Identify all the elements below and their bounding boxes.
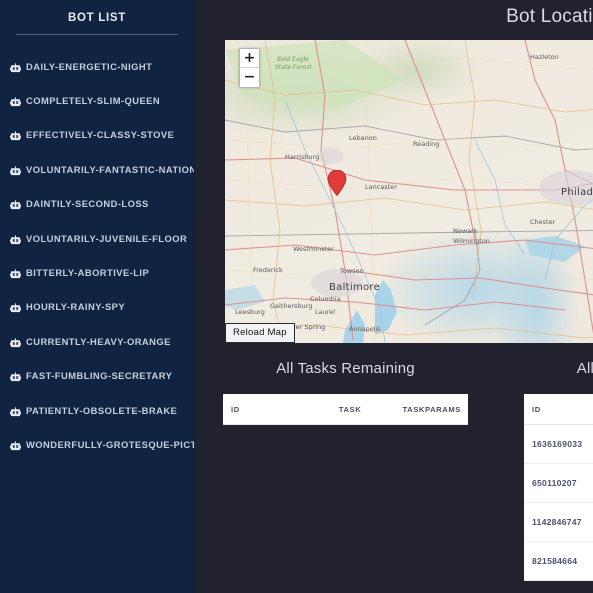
robot-icon <box>10 405 21 416</box>
table-block: All Tasks Completed IDTASKTASKPARAMS16361… <box>524 360 593 581</box>
zoom-out-button[interactable]: − <box>240 68 259 87</box>
robot-icon <box>10 95 21 107</box>
bot-list-item-label: HOURLY-RAINY-SPY <box>26 301 126 313</box>
map-zoom-controls[interactable]: + − <box>239 48 260 88</box>
bot-list-item[interactable]: FAST-FUMBLING-SECRETARY <box>0 359 194 393</box>
bot-list-item[interactable]: DAINTILY-SECOND-LOSS <box>0 187 194 221</box>
bot-list-item-label: PATIENTLY-OBSOLETE-BRAKE <box>26 404 178 416</box>
table-column-header[interactable]: TASKPARAMS <box>394 394 468 425</box>
table-header-row: IDTASKTASKPARAMS <box>524 394 593 425</box>
tables-row: All Tasks RemainingIDTASKTASKPARAMSAll T… <box>195 360 593 581</box>
zoom-in-button[interactable]: + <box>240 49 259 68</box>
map-road-network <box>225 40 593 343</box>
bot-list-item-label: DAINTILY-SECOND-LOSS <box>26 198 149 210</box>
map-marker-icon[interactable] <box>327 169 347 197</box>
tasks-table: ID TASK TASKPARAMS <box>223 394 468 425</box>
table-cell-id: 1142846747 <box>524 502 593 542</box>
table-block: All Tasks Remaining ID TASK TASKPARAMS <box>223 360 468 581</box>
bot-list-item[interactable]: COMPLETELY-SLIM-QUEEN <box>0 83 194 117</box>
sidebar-title: BOT LIST <box>68 12 126 24</box>
robot-icon <box>10 61 21 72</box>
table-column-header[interactable]: TASK <box>330 394 395 425</box>
bot-list-item-label: COMPLETELY-SLIM-QUEEN <box>26 95 161 107</box>
app-root: BOT LIST DAILY-ENERGETIC-NIGHT COMPLETELY… <box>0 0 593 593</box>
robot-icon <box>10 198 21 210</box>
bot-list-item[interactable]: VOLUNTARILY-JUVENILE-FLOOR <box>0 221 194 255</box>
robot-icon <box>10 336 21 347</box>
page-title: Bot Locations <box>506 6 593 27</box>
sidebar: BOT LIST DAILY-ENERGETIC-NIGHT COMPLETELY… <box>0 0 195 593</box>
bot-list-item-label: VOLUNTARILY-FANTASTIC-NATION <box>26 163 195 175</box>
bot-list-item-label: VOLUNTARILY-JUVENILE-FLOOR <box>26 232 188 244</box>
map-container[interactable]: Bald EagleState ForestHazletonEastonAlle… <box>225 40 593 343</box>
table-cell-id: 821584664 <box>524 541 593 581</box>
table-header-row: IDTASKTASKPARAMS <box>223 394 468 425</box>
bot-list-item-label: BITTERLY-ABORTIVE-LIP <box>26 267 150 279</box>
bot-list-item-label: WONDERFULLY-GROTESQUE-PICTURE <box>26 438 194 450</box>
table-title: All Tasks Remaining <box>276 360 415 377</box>
bot-list-item[interactable]: WONDERFULLY-GROTESQUE-PICTURE <box>0 427 194 461</box>
table-cell-id: 650110207 <box>524 463 593 503</box>
robot-icon <box>10 301 21 313</box>
bot-list-item-label: FAST-FUMBLING-SECRETARY <box>26 370 173 382</box>
table-cell-id: 1636169033 <box>524 424 593 464</box>
bot-list-item[interactable]: DAILY-ENERGETIC-NIGHT <box>0 49 194 83</box>
main-content: Bot Locations <box>195 0 593 593</box>
map-tiles[interactable]: Bald EagleState ForestHazletonEastonAlle… <box>225 40 593 343</box>
table-column-header[interactable]: ID <box>524 394 593 425</box>
bot-list-item[interactable]: VOLUNTARILY-FANTASTIC-NATION <box>0 152 194 186</box>
table-title: All Tasks Completed <box>576 360 593 377</box>
bot-list-item-label: DAILY-ENERGETIC-NIGHT <box>26 60 153 72</box>
bot-list-item-label: CURRENTLY-HEAVY-ORANGE <box>26 335 171 347</box>
table-row[interactable]: 821584664 <box>524 541 593 581</box>
sidebar-divider <box>16 34 178 35</box>
table-row[interactable]: 1142846747 <box>524 502 593 542</box>
robot-icon <box>10 267 21 279</box>
table-column-header[interactable]: ID <box>223 394 331 425</box>
robot-icon <box>10 129 21 141</box>
tasks-table: IDTASKTASKPARAMS163616903365011020711428… <box>524 394 593 581</box>
bot-list-item[interactable]: BITTERLY-ABORTIVE-LIP <box>0 255 194 289</box>
robot-icon <box>10 164 21 176</box>
bot-list-item[interactable]: PATIENTLY-OBSOLETE-BRAKE <box>0 393 194 427</box>
robot-icon <box>10 233 21 244</box>
robot-icon <box>10 370 21 382</box>
robot-icon <box>10 439 21 451</box>
bot-list: DAILY-ENERGETIC-NIGHT COMPLETELY-SLIM-QUE… <box>0 49 194 462</box>
table-row[interactable]: 1636169033 <box>524 424 593 464</box>
bot-list-item[interactable]: EFFECTIVELY-CLASSY-STOVE <box>0 118 194 152</box>
reload-map-button[interactable]: Reload Map <box>225 323 295 343</box>
bot-list-item[interactable]: CURRENTLY-HEAVY-ORANGE <box>0 324 194 358</box>
table-row[interactable]: 650110207 <box>524 463 593 503</box>
bot-list-item-label: EFFECTIVELY-CLASSY-STOVE <box>26 129 175 141</box>
bot-list-item[interactable]: HOURLY-RAINY-SPY <box>0 290 194 324</box>
